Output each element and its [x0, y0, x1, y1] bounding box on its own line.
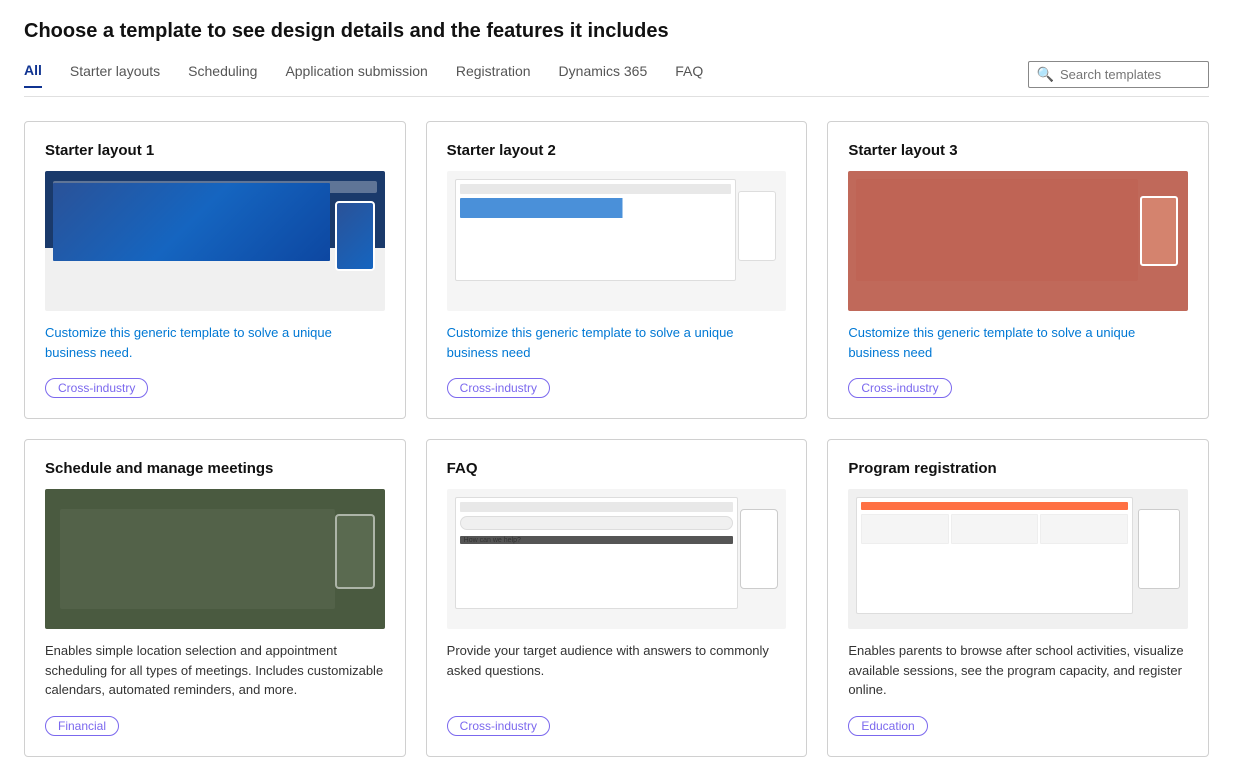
template-description: Enables parents to browse after school a… [848, 641, 1188, 700]
template-title: Schedule and manage meetings [45, 460, 385, 477]
thumb-text: How can we help? [460, 536, 734, 544]
template-tag[interactable]: Financial [45, 716, 119, 736]
thumbnail-phone [740, 509, 778, 589]
thumbnail-main: How can we help? [455, 497, 739, 609]
template-thumbnail [848, 171, 1188, 311]
description-link[interactable]: Customize this generic template to solve… [848, 325, 1135, 360]
thumb-card-1 [861, 514, 949, 544]
thumbnail-main [856, 497, 1133, 614]
template-description: Provide your target audience with answer… [447, 641, 787, 680]
template-description[interactable]: Customize this generic template to solve… [45, 323, 385, 362]
description-link[interactable]: Customize this generic template to solve… [447, 325, 734, 360]
tab-registration[interactable]: Registration [456, 63, 531, 87]
tag-row: Financial [45, 712, 385, 736]
template-card-program: Program registration Enables parents to … [827, 439, 1209, 757]
thumb-header [460, 502, 734, 512]
search-box[interactable]: 🔍 [1028, 61, 1209, 88]
tab-faq[interactable]: FAQ [675, 63, 703, 87]
template-card-faq: FAQ How can we help? Provide your target… [426, 439, 808, 757]
tag-row: Cross-industry [447, 374, 787, 398]
template-title: Starter layout 1 [45, 142, 385, 159]
template-tag[interactable]: Cross-industry [447, 716, 550, 736]
template-thumbnail [45, 489, 385, 629]
template-description[interactable]: Customize this generic template to solve… [447, 323, 787, 362]
template-card-schedule: Schedule and manage meetings Enables sim… [24, 439, 406, 757]
templates-grid: Starter layout 1 Customize this generic … [24, 121, 1209, 757]
thumb-header [861, 502, 1128, 510]
template-tag[interactable]: Education [848, 716, 927, 736]
template-title: FAQ [447, 460, 787, 477]
template-card-starter-2: Starter layout 2 Customize this generic … [426, 121, 808, 419]
template-card-starter-3: Starter layout 3 Customize this generic … [827, 121, 1209, 419]
thumbnail-phone [335, 514, 375, 589]
page-title: Choose a template to see design details … [24, 20, 1209, 43]
template-thumbnail [45, 171, 385, 311]
thumbnail-main [455, 179, 737, 281]
template-title: Starter layout 3 [848, 142, 1188, 159]
thumbnail-main [856, 179, 1138, 281]
template-tag[interactable]: Cross-industry [45, 378, 148, 398]
search-icon: 🔍 [1037, 66, 1054, 83]
nav-bar: All Starter layouts Scheduling Applicati… [24, 61, 1209, 97]
thumb-content [460, 198, 732, 218]
template-card-starter-1: Starter layout 1 Customize this generic … [24, 121, 406, 419]
template-tag[interactable]: Cross-industry [447, 378, 550, 398]
template-thumbnail: How can we help? [447, 489, 787, 629]
thumb-search [460, 516, 734, 530]
template-description: Enables simple location selection and ap… [45, 641, 385, 700]
tab-starter-layouts[interactable]: Starter layouts [70, 63, 160, 87]
thumbnail-phone [1140, 196, 1178, 266]
nav-tabs: All Starter layouts Scheduling Applicati… [24, 62, 1028, 88]
thumbnail-main-img [53, 183, 330, 261]
thumb-card-3 [1040, 514, 1128, 544]
thumb-cards [861, 514, 1128, 544]
tag-row: Cross-industry [848, 374, 1188, 398]
thumbnail-phone [335, 201, 375, 271]
tag-row: Education [848, 712, 1188, 736]
tab-application-submission[interactable]: Application submission [285, 63, 427, 87]
description-link[interactable]: Customize this generic template to solve… [45, 325, 332, 360]
thumbnail-phone [738, 191, 776, 261]
template-thumbnail [848, 489, 1188, 629]
tab-all[interactable]: All [24, 62, 42, 88]
search-input[interactable] [1060, 67, 1200, 82]
template-description[interactable]: Customize this generic template to solve… [848, 323, 1188, 362]
template-title: Starter layout 2 [447, 142, 787, 159]
template-title: Program registration [848, 460, 1188, 477]
thumb-header [460, 184, 732, 194]
thumb-card-2 [951, 514, 1039, 544]
template-tag[interactable]: Cross-industry [848, 378, 951, 398]
template-thumbnail [447, 171, 787, 311]
tag-row: Cross-industry [45, 374, 385, 398]
thumbnail-phone [1138, 509, 1180, 589]
tag-row: Cross-industry [447, 712, 787, 736]
tab-scheduling[interactable]: Scheduling [188, 63, 257, 87]
tab-dynamics-365[interactable]: Dynamics 365 [559, 63, 648, 87]
